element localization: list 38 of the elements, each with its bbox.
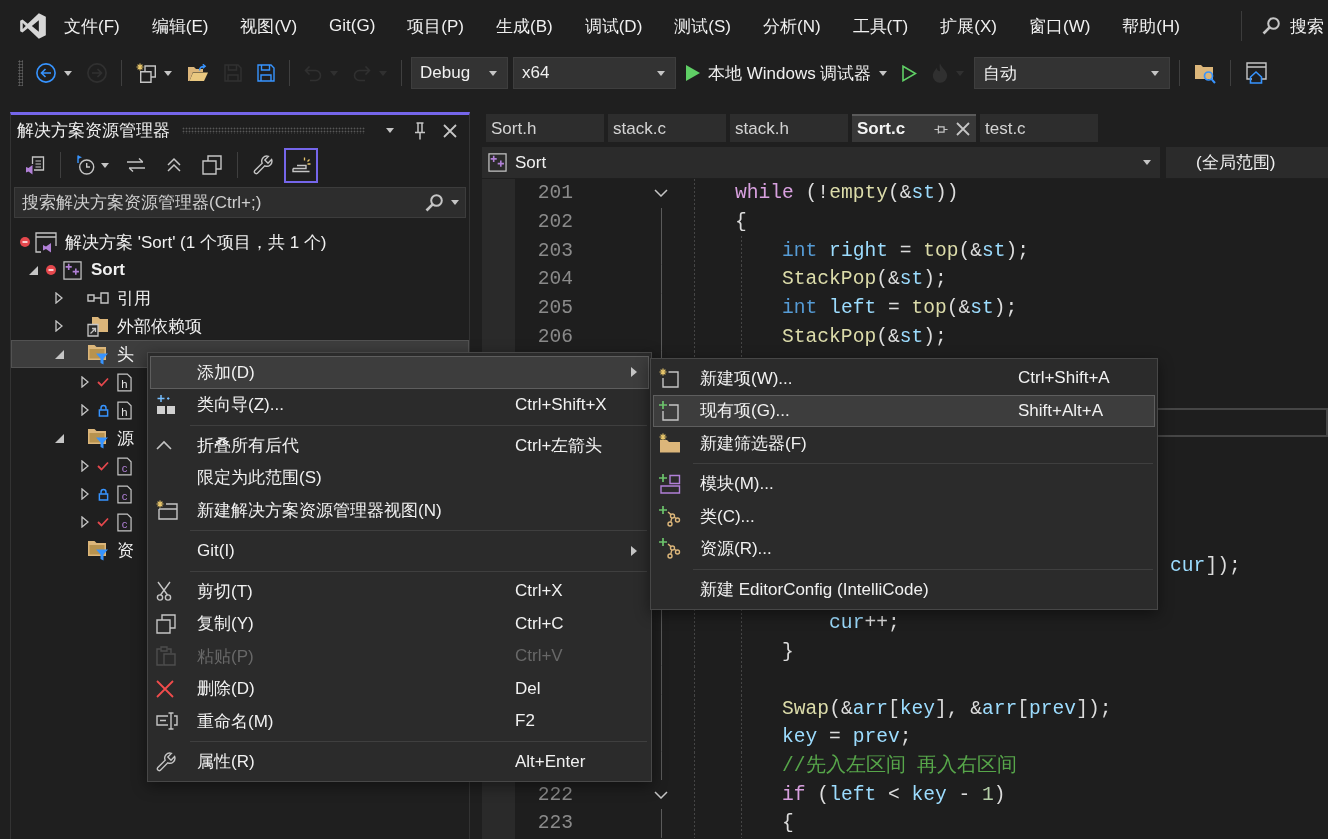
source-file-icon: c [116,512,132,532]
code-line: int right = top(&st); [782,239,1030,262]
shortcut-label: Ctrl+左箭头 [515,434,604,457]
code-line: while (!empty(&st)) [735,182,959,205]
shortcut-label: Ctrl+X [515,581,564,602]
code-line: //先入左区间 再入右区间 [782,755,1018,778]
line-number: 206 [537,325,573,348]
shortcut-label: Shift+Alt+A [1018,400,1105,421]
source-file-icon: c [116,456,132,476]
code-line: int left = top(&st); [782,296,1018,319]
line-number: 205 [537,296,573,319]
code-line: StackPop(&st); [782,268,947,291]
code-line: key = prev; [782,726,912,749]
source-file-icon: c [116,484,132,504]
shortcut-label: Ctrl+Shift+A [1018,368,1111,389]
shortcut-label: F2 [515,711,536,732]
code-line: cur]); [1170,554,1241,577]
code-line: StackPop(&st); [782,325,947,348]
code-line: { [782,812,794,835]
header-file-icon: h [116,372,132,392]
line-number: 204 [537,268,573,291]
shortcut-label: Ctrl+C [515,613,565,634]
line-number: 202 [537,210,573,233]
code-line: if (left < key - 1) [782,783,1006,806]
line-number: 222 [537,783,573,806]
header-file-icon: h [116,400,132,420]
code-line: { [735,210,747,233]
line-number: 203 [537,239,573,262]
panel-title: 解决方案资源管理器 [17,120,170,142]
shortcut-label: Del [515,678,542,699]
line-number: 201 [537,182,573,205]
shortcut-label: Ctrl+V [515,646,564,667]
line-number: 223 [537,812,573,835]
shortcut-label: Ctrl+Shift+X [515,394,608,415]
code-line: cur++; [829,611,900,634]
shortcut-label: Alt+Enter [515,751,587,772]
code-line: } [782,640,794,663]
code-line: Swap(&arr[key], &arr[prev]); [782,697,1112,720]
